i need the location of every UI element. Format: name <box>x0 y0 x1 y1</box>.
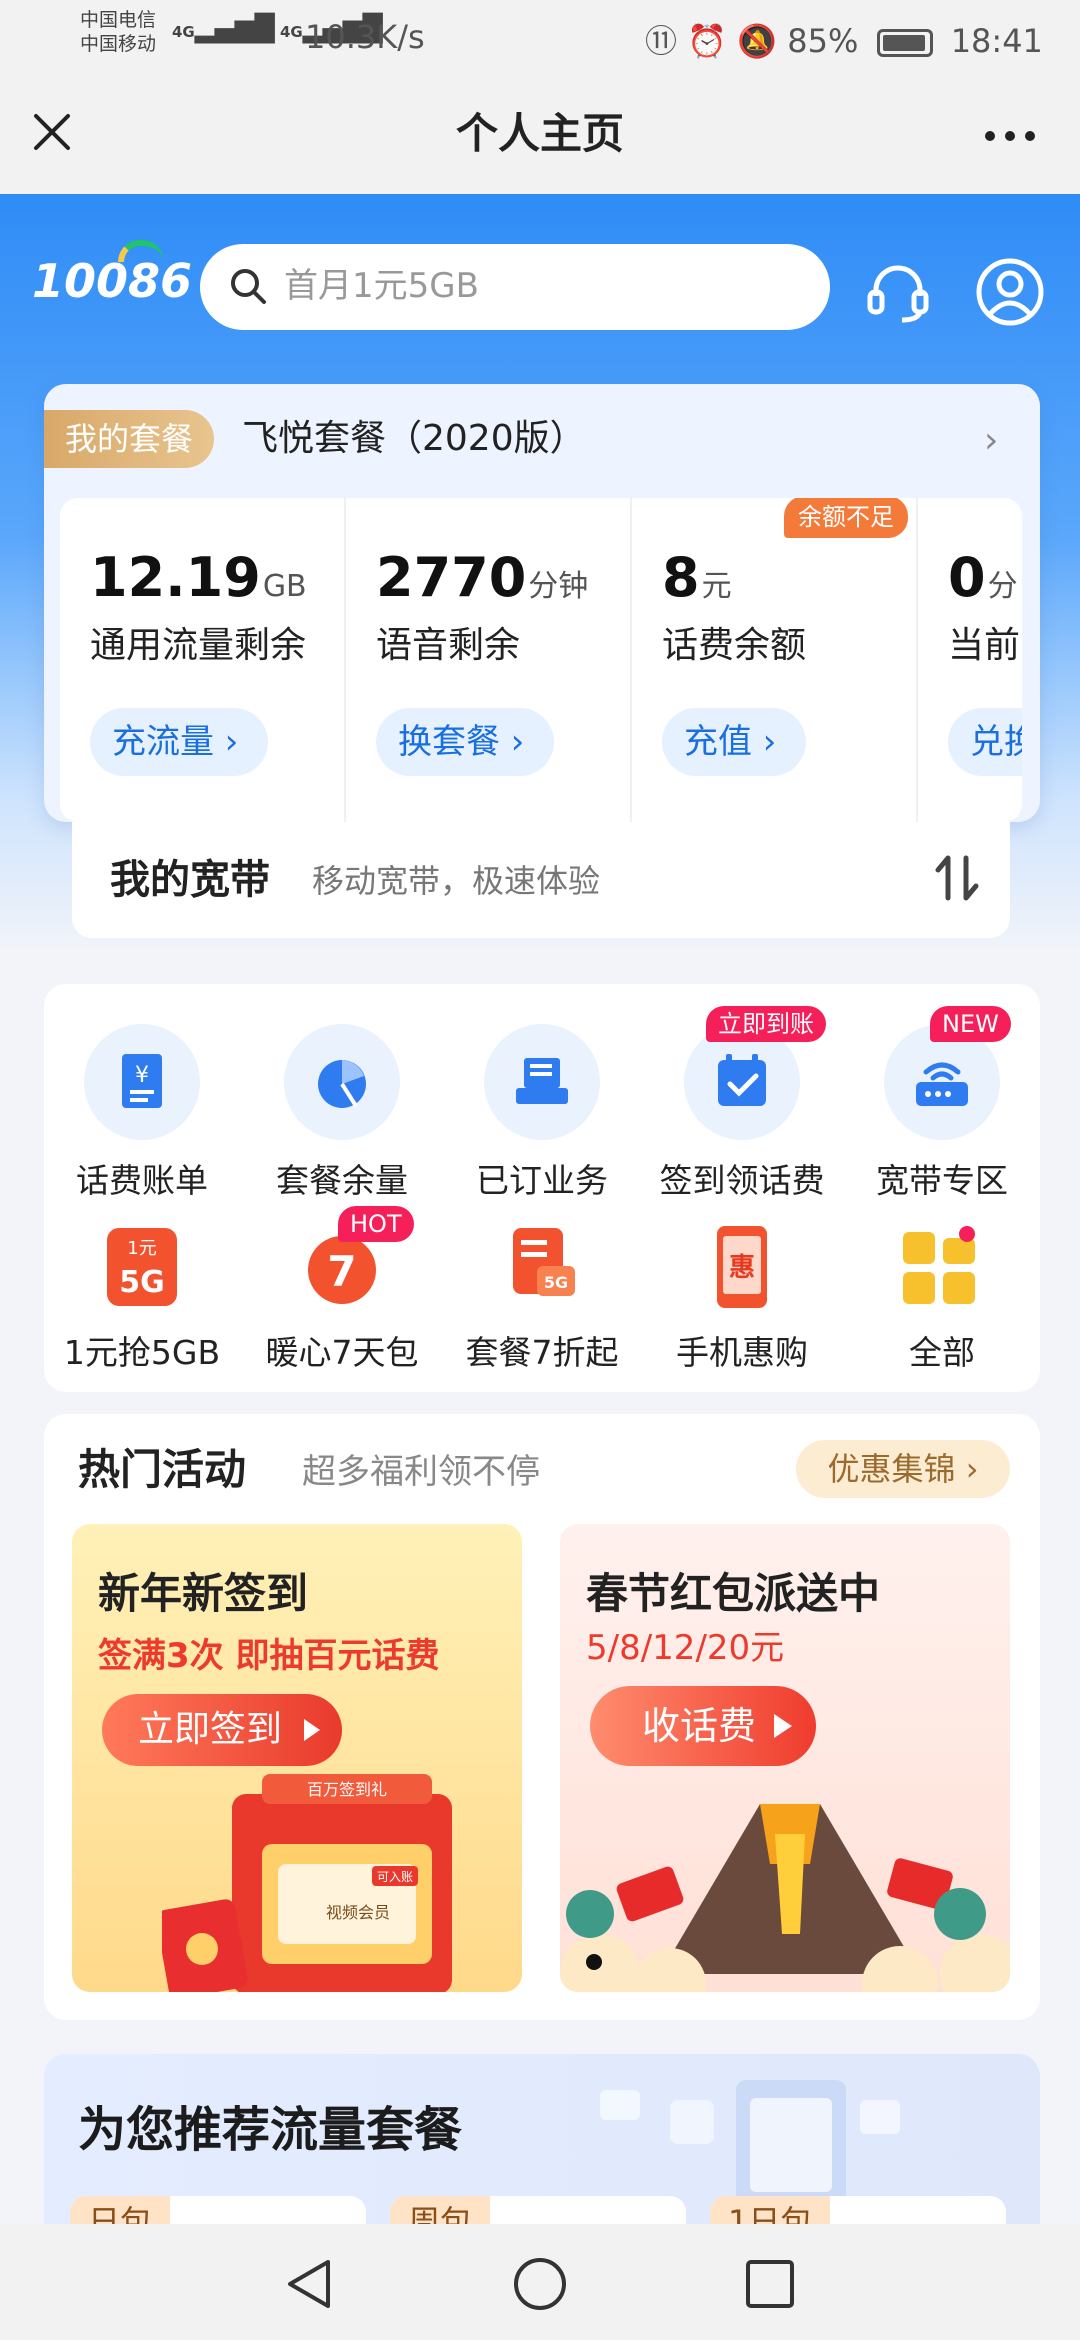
swap-icon[interactable] <box>934 852 980 914</box>
quick-item-7day[interactable]: 7 暖心7天包 HOT <box>242 1206 442 1374</box>
logo: 10086 <box>32 254 193 308</box>
recents-icon[interactable] <box>742 2256 798 2312</box>
svg-text:5G: 5G <box>119 1265 165 1300</box>
stat-data: 12.19GB 通用流量剩余 充流量 › <box>60 498 346 822</box>
carrier-names: 中国电信 中国移动 <box>80 9 157 55</box>
volcano-illustration <box>560 1804 1010 1992</box>
user-icon[interactable] <box>974 256 1046 328</box>
page-title: 个人主页 <box>455 109 624 158</box>
quick-item-subscribed[interactable]: 已订业务 <box>442 1024 642 1202</box>
recharge-data-button[interactable]: 充流量 › <box>90 708 269 776</box>
stat-points: 0分 当前 兑换 › <box>918 498 1022 822</box>
banner-red-packet[interactable]: 春节红包派送中 5/8/12/20元 收话费 <box>560 1524 1010 1992</box>
navigation-bar <box>0 2224 1080 2340</box>
more-icon[interactable] <box>980 112 1040 171</box>
deals-link[interactable]: 优惠集锦 › <box>796 1440 1010 1498</box>
hd-icon: ⑪ <box>645 22 678 60</box>
change-plan-button[interactable]: 换套餐 › <box>376 708 555 776</box>
new-badge: NEW <box>930 1006 1011 1042</box>
quick-item-checkin[interactable]: 签到领话费 立即到账 <box>642 1006 842 1202</box>
quick-item-broadband[interactable]: 宽带专区 NEW <box>842 1006 1042 1202</box>
low-balance-badge: 余额不足 <box>784 498 908 538</box>
all-apps-icon <box>903 1226 975 1304</box>
svg-text:5G: 5G <box>544 1273 568 1292</box>
quick-item-bill[interactable]: ¥ 话费账单 <box>42 1024 242 1202</box>
svg-text:惠: 惠 <box>729 1253 755 1283</box>
clock: 18:41 <box>950 22 1043 60</box>
phone-deal-icon: 惠 <box>717 1226 767 1308</box>
carousel-dot <box>586 1954 602 1970</box>
collect-credit-button[interactable]: 收话费 <box>590 1686 817 1766</box>
quick-item-discount[interactable]: 5G 套餐7折起 <box>442 1222 642 1374</box>
services-icon <box>516 1058 568 1104</box>
quick-item-all[interactable]: 全部 <box>842 1222 1042 1374</box>
quick-item-balance[interactable]: 套餐余量 <box>242 1024 442 1202</box>
headset-icon[interactable] <box>862 256 934 328</box>
checkin-button[interactable]: 立即签到 <box>102 1694 343 1766</box>
svg-text:¥: ¥ <box>135 1063 149 1088</box>
svg-text:百万签到礼: 百万签到礼 <box>307 1780 387 1799</box>
quick-item-phone-deals[interactable]: 惠 手机惠购 <box>642 1222 842 1374</box>
chevron-right-icon[interactable]: › <box>984 416 998 466</box>
search-icon <box>228 266 268 306</box>
package-tag: 我的套餐 <box>44 410 214 468</box>
battery-icon <box>876 29 933 57</box>
banner-checkin[interactable]: 新年新签到 签满3次 即抽百元话费 立即签到 百万签到礼 视频会员 可入账 <box>72 1524 522 1992</box>
redeem-button[interactable]: 兑换 › <box>948 708 1022 776</box>
hot-title: 热门活动 <box>78 1445 247 1494</box>
net-speed: 10.3K/s <box>305 18 425 56</box>
top-up-button[interactable]: 充值 › <box>662 708 807 776</box>
gift-box-illustration: 百万签到礼 视频会员 可入账 <box>162 1774 452 1992</box>
stat-voice: 2770分钟 语音剩余 换套餐 › <box>346 498 632 822</box>
pie-chart-icon <box>318 1060 366 1108</box>
broadband-title: 我的宽带 <box>110 857 270 903</box>
package-name: 飞悦套餐（2020版） <box>242 418 586 459</box>
bill-icon: ¥ <box>122 1054 162 1108</box>
5g-deal-icon: 1元5G <box>107 1228 177 1306</box>
home-icon[interactable] <box>510 2254 570 2314</box>
battery-percent: 85% <box>787 22 859 60</box>
broadband-subtitle: 移动宽带，极速体验 <box>312 862 601 900</box>
package-stats: 12.19GB 通用流量剩余 充流量 › 2770分钟 语音剩余 换套餐 › 余… <box>60 498 1022 822</box>
search-placeholder: 首月1元5GB <box>284 266 479 306</box>
instant-credit-badge: 立即到账 <box>706 1006 826 1042</box>
stat-balance: 余额不足 8元 话费余额 充值 › <box>632 498 918 822</box>
recommend-decoration <box>600 2080 900 2210</box>
mute-icon: 🔕 <box>737 22 778 60</box>
back-icon[interactable] <box>280 2256 340 2312</box>
svg-text:7: 7 <box>327 1247 356 1296</box>
svg-text:可入账: 可入账 <box>377 1870 413 1884</box>
status-right: ⑪ ⏰ 🔕 85% 18:41 <box>645 16 1043 62</box>
svg-text:视频会员: 视频会员 <box>326 1903 390 1922</box>
alarm-icon: ⏰ <box>687 22 728 60</box>
plan-discount-icon: 5G <box>513 1228 575 1296</box>
hot-subtitle: 超多福利领不停 <box>302 1452 540 1492</box>
hot-badge: HOT <box>338 1206 414 1242</box>
svg-text:1元: 1元 <box>127 1238 156 1259</box>
quick-item-5gb[interactable]: 1元 5G 1元抢5GB <box>42 1222 242 1374</box>
recommend-title: 为您推荐流量套餐 <box>78 2102 463 2158</box>
